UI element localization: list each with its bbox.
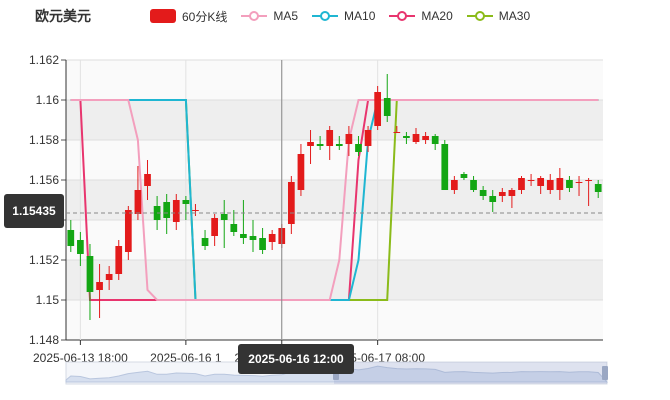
candle-body (403, 136, 410, 138)
crosshair-y-label: 1.15435 (4, 194, 64, 228)
candle-body (585, 180, 592, 181)
candle-body (230, 224, 238, 232)
candle-body (441, 144, 449, 190)
candle-body (240, 234, 247, 238)
candle-body (211, 218, 218, 236)
candle-body (489, 196, 497, 202)
crosshair-x-label: 2025-06-16 12:00 (238, 344, 354, 374)
candle-body (134, 190, 142, 214)
candle-body (220, 214, 228, 220)
candle-body (335, 144, 343, 146)
candle-body (144, 174, 151, 186)
candle-body (182, 200, 190, 204)
candle-body (431, 136, 439, 144)
plot-band (66, 220, 603, 260)
candle-body (345, 134, 353, 144)
candle-body (86, 256, 94, 292)
candle-body (163, 202, 171, 218)
candle (441, 140, 449, 190)
candle-body (268, 234, 276, 242)
candle-body (259, 238, 266, 250)
candle (124, 206, 132, 260)
candle-body (192, 210, 199, 211)
candle-body (527, 180, 535, 181)
candle-body (422, 136, 429, 140)
candle (374, 86, 382, 130)
candle-body (393, 132, 401, 133)
candle-body (96, 282, 103, 290)
candle-body (316, 144, 324, 146)
candle-body (355, 144, 362, 152)
plot-band (66, 100, 603, 140)
candle-body (498, 192, 506, 196)
candle-body (479, 190, 487, 196)
candle-body (297, 154, 305, 190)
candle-body (518, 178, 525, 190)
candle-body (566, 180, 573, 188)
candle-body (115, 246, 123, 274)
y-tick-label: 1.158 (29, 133, 59, 147)
candle-body (77, 240, 84, 254)
y-tick-label: 1.152 (29, 253, 59, 267)
candle-body (460, 174, 468, 178)
candle-body (67, 230, 75, 246)
candle-body (546, 180, 554, 190)
zoom-slider-window (334, 362, 607, 384)
candle-body (374, 92, 382, 126)
candle-body (575, 182, 583, 183)
candlestick-chart[interactable]: 1.1621.161.1581.1561.1541.1521.151.14820… (0, 0, 670, 400)
candle-body (201, 238, 209, 246)
candle-body (508, 190, 516, 196)
candle-body (105, 274, 113, 280)
plot-band (66, 300, 603, 340)
zoom-handle-right[interactable] (602, 366, 608, 380)
candle-body (412, 134, 420, 142)
candle-body (326, 130, 334, 146)
y-tick-label: 1.148 (29, 333, 59, 347)
plot-band (66, 60, 603, 100)
candle-body (287, 182, 295, 224)
y-tick-label: 1.156 (29, 173, 59, 187)
candle-body (556, 178, 564, 190)
y-tick-label: 1.15 (36, 293, 60, 307)
candle-body (307, 142, 314, 146)
candle (115, 240, 123, 280)
candle-body (451, 180, 458, 190)
candle-body (364, 130, 372, 146)
y-tick-label: 1.162 (29, 53, 59, 67)
candle-body (470, 180, 477, 190)
candle-body (124, 210, 132, 252)
candle-body (594, 184, 602, 192)
candle-body (172, 200, 180, 222)
candle-body (537, 178, 545, 186)
candle-body (383, 98, 391, 116)
candle-body (249, 236, 257, 240)
y-tick-label: 1.16 (36, 93, 60, 107)
